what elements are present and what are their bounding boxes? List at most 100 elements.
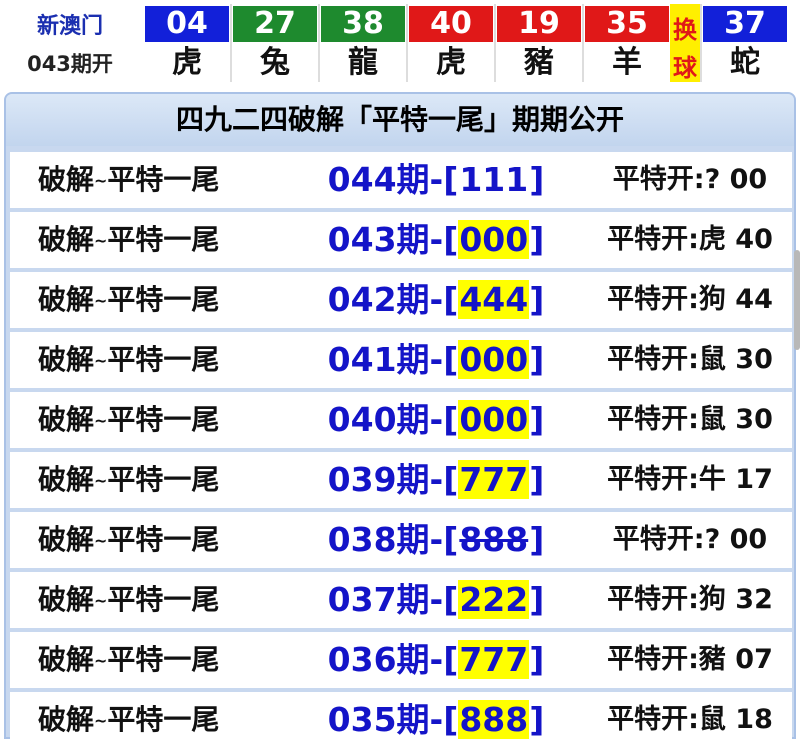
switch-label-1: 换 bbox=[673, 16, 697, 44]
prediction-code: 888 bbox=[458, 700, 530, 739]
table-row: 破解~平特一尾 039期-[777] 平特开:牛 17 bbox=[10, 452, 792, 508]
row-label: 破解~平特一尾 bbox=[10, 332, 284, 388]
special-ball: 37 蛇 bbox=[700, 4, 788, 82]
row-result: 平特开:虎 40 bbox=[588, 212, 792, 268]
label-text: 破解 bbox=[38, 583, 95, 616]
period-text: 037期-[ bbox=[327, 580, 459, 619]
row-result: 平特开:? 00 bbox=[588, 512, 792, 568]
ball-3: 38 龍 bbox=[318, 4, 406, 82]
prediction-code: 222 bbox=[458, 580, 530, 619]
label-tilde: ~ bbox=[94, 591, 108, 610]
ball-zodiac: 豬 bbox=[524, 45, 554, 80]
label-text-2: 平特一尾 bbox=[107, 703, 220, 736]
label-tilde: ~ bbox=[94, 231, 108, 250]
row-result: 平特开:鼠 30 bbox=[588, 332, 792, 388]
bracket-close: ] bbox=[529, 700, 545, 739]
prediction-code: 777 bbox=[458, 460, 530, 499]
row-label: 破解~平特一尾 bbox=[10, 692, 284, 748]
label-text-2: 平特一尾 bbox=[107, 403, 220, 436]
table-row: 破解~平特一尾 036期-[777] 平特开:豬 07 bbox=[10, 632, 792, 688]
row-result: 平特开:狗 32 bbox=[588, 572, 792, 628]
switch-ball-button[interactable]: 换 球 bbox=[670, 4, 700, 82]
bracket-close: ] bbox=[529, 460, 545, 499]
ball-4: 40 虎 bbox=[406, 4, 494, 82]
ball-number: 19 bbox=[497, 6, 581, 42]
period-text: 041期-[ bbox=[327, 340, 459, 379]
row-label: 破解~平特一尾 bbox=[10, 512, 284, 568]
label-text: 破解 bbox=[38, 283, 95, 316]
table-row: 破解~平特一尾 040期-[000] 平特开:鼠 30 bbox=[10, 392, 792, 448]
ball-number: 40 bbox=[409, 6, 493, 42]
ball-zodiac: 虎 bbox=[172, 45, 202, 80]
period-text: 044期-[ bbox=[327, 160, 459, 199]
bracket-close: ] bbox=[529, 220, 545, 259]
row-prediction: 044期-[111] bbox=[288, 152, 584, 208]
ball-5: 19 豬 bbox=[494, 4, 582, 82]
label-text: 破解 bbox=[38, 403, 95, 436]
row-prediction: 042期-[444] bbox=[288, 272, 584, 328]
bracket-close: ] bbox=[529, 280, 545, 319]
bracket-close: ] bbox=[529, 400, 545, 439]
bracket-close: ] bbox=[529, 520, 545, 559]
ball-2: 27 兔 bbox=[230, 4, 318, 82]
bracket-close: ] bbox=[529, 580, 545, 619]
row-prediction: 040期-[000] bbox=[288, 392, 584, 448]
label-text: 破解 bbox=[38, 703, 95, 736]
label-text-2: 平特一尾 bbox=[107, 223, 220, 256]
label-tilde: ~ bbox=[94, 291, 108, 310]
table-row: 破解~平特一尾 042期-[444] 平特开:狗 44 bbox=[10, 272, 792, 328]
ball-1: 04 虎 bbox=[144, 4, 230, 82]
row-result: 平特开:狗 44 bbox=[588, 272, 792, 328]
row-label: 破解~平特一尾 bbox=[10, 212, 284, 268]
label-text-2: 平特一尾 bbox=[107, 583, 220, 616]
switch-label-2: 球 bbox=[673, 54, 697, 82]
label-text: 破解 bbox=[38, 463, 95, 496]
bracket-close: ] bbox=[529, 640, 545, 679]
label-text-2: 平特一尾 bbox=[107, 343, 220, 376]
label-tilde: ~ bbox=[94, 651, 108, 670]
prediction-code: 000 bbox=[458, 220, 530, 259]
ball-6: 35 羊 bbox=[582, 4, 670, 82]
row-prediction: 036期-[777] bbox=[288, 632, 584, 688]
brand-block: 新澳门 043期开 bbox=[0, 0, 140, 86]
brand-name[interactable]: 新澳门 bbox=[0, 8, 140, 40]
ball-zodiac: 蛇 bbox=[730, 45, 760, 80]
period-text: 038期-[ bbox=[327, 520, 459, 559]
lottery-header: 新澳门 043期开 04 虎 27 兔 38 龍 40 虎 19 豬 35 羊 … bbox=[0, 0, 800, 86]
row-label: 破解~平特一尾 bbox=[10, 272, 284, 328]
row-label: 破解~平特一尾 bbox=[10, 452, 284, 508]
row-result: 平特开:牛 17 bbox=[588, 452, 792, 508]
table-row: 破解~平特一尾 037期-[222] 平特开:狗 32 bbox=[10, 572, 792, 628]
label-text: 破解 bbox=[38, 523, 95, 556]
label-text: 破解 bbox=[38, 343, 95, 376]
row-label: 破解~平特一尾 bbox=[10, 392, 284, 448]
table-row: 破解~平特一尾 043期-[000] 平特开:虎 40 bbox=[10, 212, 792, 268]
label-text-2: 平特一尾 bbox=[107, 463, 220, 496]
ball-zodiac: 羊 bbox=[612, 45, 642, 80]
bracket-close: ] bbox=[529, 160, 545, 199]
label-tilde: ~ bbox=[94, 711, 108, 730]
scrollbar[interactable] bbox=[794, 250, 800, 350]
ball-zodiac: 虎 bbox=[436, 45, 466, 80]
period-text: 043期-[ bbox=[327, 220, 459, 259]
label-text-2: 平特一尾 bbox=[107, 163, 220, 196]
ball-number: 35 bbox=[585, 6, 669, 42]
label-text: 破解 bbox=[38, 643, 95, 676]
row-prediction: 035期-[888] bbox=[288, 692, 584, 748]
ball-zodiac: 兔 bbox=[260, 45, 290, 80]
label-tilde: ~ bbox=[94, 531, 108, 550]
row-result: 平特开:? 00 bbox=[588, 152, 792, 208]
prediction-code: 777 bbox=[458, 640, 530, 679]
ball-number: 37 bbox=[703, 6, 787, 42]
label-tilde: ~ bbox=[94, 171, 108, 190]
prediction-code: 000 bbox=[458, 340, 530, 379]
issue-label: 043期开 bbox=[27, 52, 113, 76]
table-row: 破解~平特一尾 038期-[888] 平特开:? 00 bbox=[10, 512, 792, 568]
bracket-close: ] bbox=[529, 340, 545, 379]
period-text: 042期-[ bbox=[327, 280, 459, 319]
table-row: 破解~平特一尾 035期-[888] 平特开:鼠 18 bbox=[10, 692, 792, 748]
label-text-2: 平特一尾 bbox=[107, 643, 220, 676]
prediction-code: 444 bbox=[458, 280, 530, 319]
table-row: 破解~平特一尾 044期-[111] 平特开:? 00 bbox=[10, 152, 792, 208]
label-text-2: 平特一尾 bbox=[107, 523, 220, 556]
